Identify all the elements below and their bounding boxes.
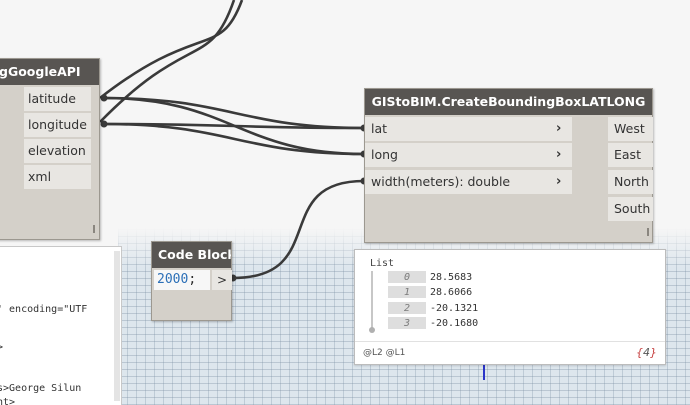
xml-line: nt> xyxy=(0,397,16,405)
output-port-xml[interactable]: xml xyxy=(24,165,91,189)
wire-latitude-to-lat xyxy=(103,96,365,130)
input-port-width-label: width(meters): double xyxy=(371,174,511,189)
code-block-output-port[interactable]: > xyxy=(212,270,232,290)
wire-top-1 xyxy=(99,0,244,100)
gis-node-title: GIStoBIM.CreateBoundingBoxLATLONG xyxy=(365,89,652,115)
xml-panel-scrollbar[interactable] xyxy=(114,251,120,401)
output-port-north[interactable]: North xyxy=(608,170,653,194)
output-port-longitude[interactable]: longitude xyxy=(24,113,91,137)
wire-longitude-to-lat xyxy=(103,122,365,130)
output-port-west[interactable]: West xyxy=(608,117,653,141)
input-port-lat[interactable]: lat › xyxy=(365,117,572,141)
chevron-right-icon[interactable]: › xyxy=(556,143,561,167)
google-node-title: gGoogleAPI xyxy=(0,59,99,85)
list-item-index: 1 xyxy=(388,286,426,298)
list-tree-guide-end xyxy=(369,327,375,333)
node-resize-handle[interactable] xyxy=(647,228,649,236)
wire-latitude-to-long xyxy=(103,96,365,156)
watch-list-preview[interactable]: List 0 28.5683 1 28.6066 2 -20.1321 3 -20.16… xyxy=(354,249,666,365)
input-port-width[interactable]: width(meters): double › xyxy=(365,170,572,194)
input-port-long[interactable]: long › xyxy=(365,143,572,167)
xml-line: s>George Silun xyxy=(0,383,82,394)
output-port-south[interactable]: South xyxy=(608,197,653,221)
list-count-close: } xyxy=(650,346,657,359)
output-port-latitude[interactable]: latitude xyxy=(24,87,91,111)
list-tree-guide xyxy=(371,271,373,329)
list-item: 0 28.5683 xyxy=(388,271,472,284)
input-port-lat-label: lat xyxy=(371,121,388,136)
list-item-index: 0 xyxy=(388,271,426,283)
node-resize-handle[interactable] xyxy=(93,225,95,233)
list-footer: @L2 @L1 {4} xyxy=(355,341,665,364)
list-item-index: 3 xyxy=(388,317,426,329)
list-item-index: 2 xyxy=(388,302,426,314)
list-levels[interactable]: @L2 @L1 xyxy=(363,348,405,358)
list-count: {4} xyxy=(636,346,657,359)
xml-line: ' encoding="UTF xyxy=(0,304,88,315)
list-count-value: 4 xyxy=(643,346,650,359)
xml-preview-panel[interactable]: ' encoding="UTF > s>George Silun nt> xyxy=(0,246,122,405)
code-block-value: 2000 xyxy=(157,272,189,287)
code-block-node[interactable]: Code Block 2000; > xyxy=(151,241,232,321)
wire-top-2 xyxy=(99,0,236,123)
output-port-elevation[interactable]: elevation xyxy=(24,139,91,163)
list-title: List xyxy=(370,258,395,269)
google-api-node[interactable]: gGoogleAPI latitude longitude elevation … xyxy=(0,58,100,240)
gistobim-bounding-box-node[interactable]: GIStoBIM.CreateBoundingBoxLATLONG lat › … xyxy=(364,88,653,243)
port-dot-longitude xyxy=(100,120,108,128)
chevron-right-icon[interactable]: › xyxy=(556,170,561,194)
code-block-editor[interactable]: 2000; xyxy=(154,270,210,290)
code-block-terminator: ; xyxy=(188,272,197,287)
input-port-long-label: long xyxy=(371,147,398,162)
port-dot-latitude xyxy=(100,94,108,102)
chevron-right-icon[interactable]: › xyxy=(556,117,561,141)
list-item: 3 -20.1680 xyxy=(388,317,478,330)
list-item-value: -20.1321 xyxy=(430,303,479,314)
wire-longitude-to-long xyxy=(103,122,365,156)
code-block-title: Code Block xyxy=(152,242,231,268)
xml-line: > xyxy=(0,342,4,353)
list-item-value: 28.6066 xyxy=(430,287,473,298)
list-item: 2 -20.1321 xyxy=(388,302,478,315)
list-item-value: 28.5683 xyxy=(430,272,473,283)
list-item: 1 28.6066 xyxy=(388,286,472,299)
workspace-canvas[interactable]: gGoogleAPI latitude longitude elevation … xyxy=(0,0,690,405)
list-item-value: -20.1680 xyxy=(430,318,479,329)
output-port-east[interactable]: East xyxy=(608,143,653,167)
list-count-open: { xyxy=(636,346,643,359)
